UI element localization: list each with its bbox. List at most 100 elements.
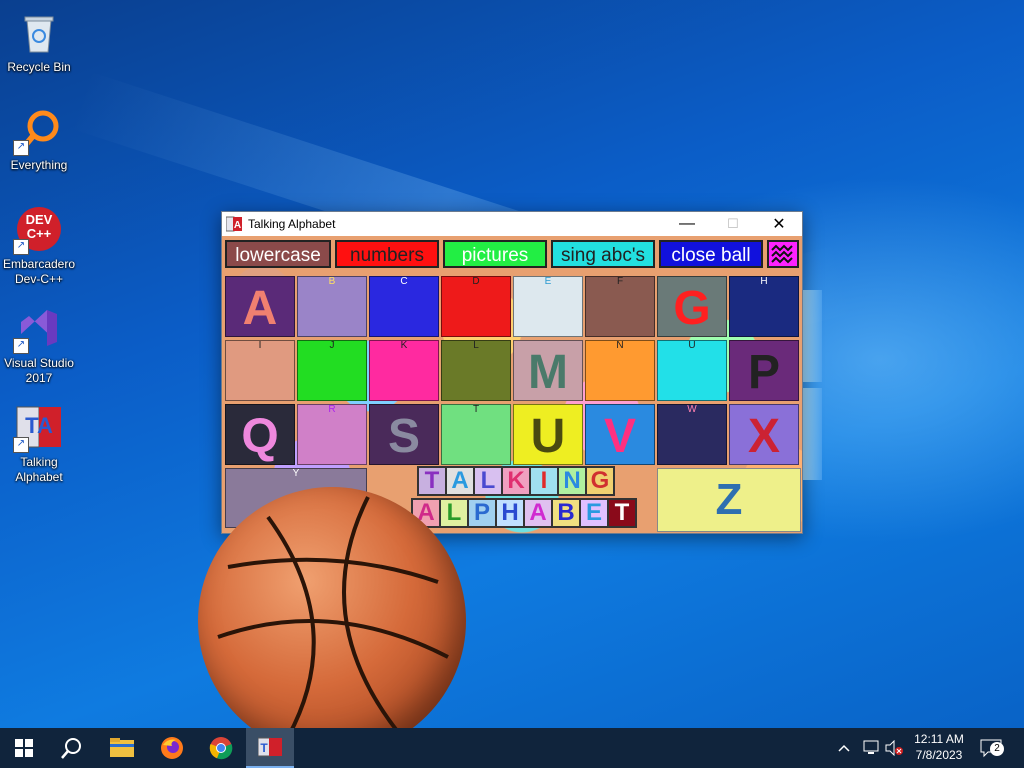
letter-big-label: Q <box>241 410 279 463</box>
letter-small-label: Y <box>292 468 300 479</box>
letter-big-label: V <box>603 410 636 463</box>
shortcut-arrow-icon: ↗ <box>13 140 29 156</box>
firefox-icon <box>161 737 183 759</box>
desktop-icon-everything[interactable]: ↗ Everything <box>0 106 78 173</box>
desktop-icon-visual-studio-2017[interactable]: ↗ Visual Studio 2017 <box>0 304 78 386</box>
letter-cell[interactable]: U <box>513 404 583 465</box>
toolbar-button-sing-abc-s[interactable]: sing abc's <box>551 240 655 268</box>
icon-text: DEV C++ <box>25 212 53 241</box>
letter-cell[interactable]: P <box>729 340 799 401</box>
letter-big-label: M <box>528 346 568 399</box>
volume-button[interactable] <box>884 728 904 768</box>
wave-button[interactable] <box>767 240 799 268</box>
notifications-button[interactable]: 2 <box>980 728 1006 768</box>
toolbar-button-pictures[interactable]: pictures <box>443 240 547 268</box>
talking-alphabet-taskbar-icon: T <box>258 737 282 757</box>
letter-big-label: U <box>530 410 566 463</box>
logo-block: H <box>495 498 525 528</box>
letter-cell[interactable]: M <box>513 340 583 401</box>
letter-cell[interactable]: G <box>657 276 727 337</box>
letter-small-label: H <box>760 276 768 287</box>
letter-cell[interactable]: R <box>297 404 367 465</box>
desktop-icon-talking-alphabet[interactable]: TA ↗ Talking Alphabet <box>0 403 78 485</box>
icon-text: TA <box>25 413 53 438</box>
talking-alphabet-window: A Talking Alphabet — ☐ ✕ lowercase number… <box>221 211 803 534</box>
letter-cell-z[interactable]: Z <box>657 468 801 532</box>
taskbar: T 12:11 AM 7/8/2023 2 <box>0 728 1024 768</box>
clock[interactable]: 12:11 AM 7/8/2023 <box>908 728 970 768</box>
desktop-icon-label: Everything <box>10 158 68 172</box>
letter-cell[interactable]: C <box>369 276 439 337</box>
toolbar-button-lowercase[interactable]: lowercase <box>225 240 331 268</box>
letter-big-label: G <box>673 282 711 335</box>
letter-big-label: X <box>747 410 780 463</box>
letter-cell[interactable]: S <box>369 404 439 465</box>
search-button[interactable] <box>48 728 96 768</box>
letter-cell[interactable]: I <box>225 340 295 401</box>
talking-alphabet-icon: TA ↗ <box>13 403 63 453</box>
everything-search-icon: ↗ <box>13 106 63 156</box>
logo-block: A <box>523 498 553 528</box>
title-bar[interactable]: A Talking Alphabet — ☐ ✕ <box>222 212 802 236</box>
chrome-button[interactable] <box>197 728 245 768</box>
clock-date: 7/8/2023 <box>915 748 963 762</box>
desktop-icon-label: Recycle Bin <box>7 60 71 74</box>
minimize-button[interactable]: — <box>664 212 710 236</box>
letter-cell[interactable]: N <box>585 340 655 401</box>
desktop-icon-embarcadero-dev-c-[interactable]: DEV C++ ↗ Embarcadero Dev-C++ <box>0 205 78 287</box>
letter-big-label: A <box>242 282 278 335</box>
letter-small-label: D <box>472 276 480 287</box>
visual-studio-icon: ↗ <box>13 304 63 354</box>
chrome-icon <box>209 737 233 760</box>
letter-small-label: E <box>544 276 552 287</box>
toolbar-button-close-ball[interactable]: close ball <box>659 240 763 268</box>
file-explorer-button[interactable] <box>98 728 146 768</box>
logo-block: G <box>585 466 615 496</box>
letter-cell[interactable]: H <box>729 276 799 337</box>
basketball[interactable] <box>198 487 466 755</box>
letter-small-label: J <box>329 340 335 351</box>
letter-cell[interactable]: X <box>729 404 799 465</box>
logo-block: I <box>529 466 559 496</box>
letter-big-label: P <box>747 346 780 399</box>
letter-cell[interactable]: U <box>657 340 727 401</box>
clock-time: 12:11 AM <box>914 732 964 746</box>
letter-cell[interactable]: F <box>585 276 655 337</box>
close-button[interactable]: ✕ <box>756 212 802 236</box>
letter-small-label: K <box>400 340 408 351</box>
logo-block: E <box>579 498 609 528</box>
desktop-icon-label: Visual Studio 2017 <box>4 356 74 385</box>
letter-cell[interactable]: D <box>441 276 511 337</box>
firefox-button[interactable] <box>148 728 196 768</box>
logo-block: T <box>607 498 637 528</box>
letter-cell[interactable]: W <box>657 404 727 465</box>
talking-alphabet-taskbar-button[interactable]: T <box>246 728 294 768</box>
letter-small-label: I <box>258 340 262 351</box>
letter-small-label: R <box>328 404 336 415</box>
letter-cell[interactable]: Q <box>225 404 295 465</box>
network-button[interactable] <box>862 728 880 768</box>
basketball-seams <box>217 496 449 738</box>
letter-cell[interactable]: V <box>585 404 655 465</box>
desktop-icon-label: Talking Alphabet <box>15 455 63 484</box>
letter-small-label: C <box>400 276 408 287</box>
maximize-button[interactable]: ☐ <box>710 212 756 236</box>
desktop-icon-recycle-bin[interactable]: Recycle Bin <box>0 8 78 75</box>
start-button[interactable] <box>0 728 48 768</box>
letter-cell[interactable]: J <box>297 340 367 401</box>
search-icon <box>61 738 81 759</box>
chevron-up-icon <box>838 744 850 752</box>
letter-cell[interactable]: A <box>225 276 295 337</box>
letter-cell[interactable]: B <box>297 276 367 337</box>
show-hidden-icons-button[interactable] <box>838 728 854 768</box>
letter-cell[interactable]: E <box>513 276 583 337</box>
letter-small-label: T <box>472 404 480 415</box>
letter-big-label: S <box>387 410 420 463</box>
shortcut-arrow-icon: ↗ <box>13 239 29 255</box>
toolbar-button-numbers[interactable]: numbers <box>335 240 439 268</box>
letter-cell[interactable]: L <box>441 340 511 401</box>
notification-count-badge: 2 <box>990 742 1004 756</box>
letter-small-label: F <box>616 276 624 287</box>
letter-cell[interactable]: T <box>441 404 511 465</box>
letter-cell[interactable]: K <box>369 340 439 401</box>
